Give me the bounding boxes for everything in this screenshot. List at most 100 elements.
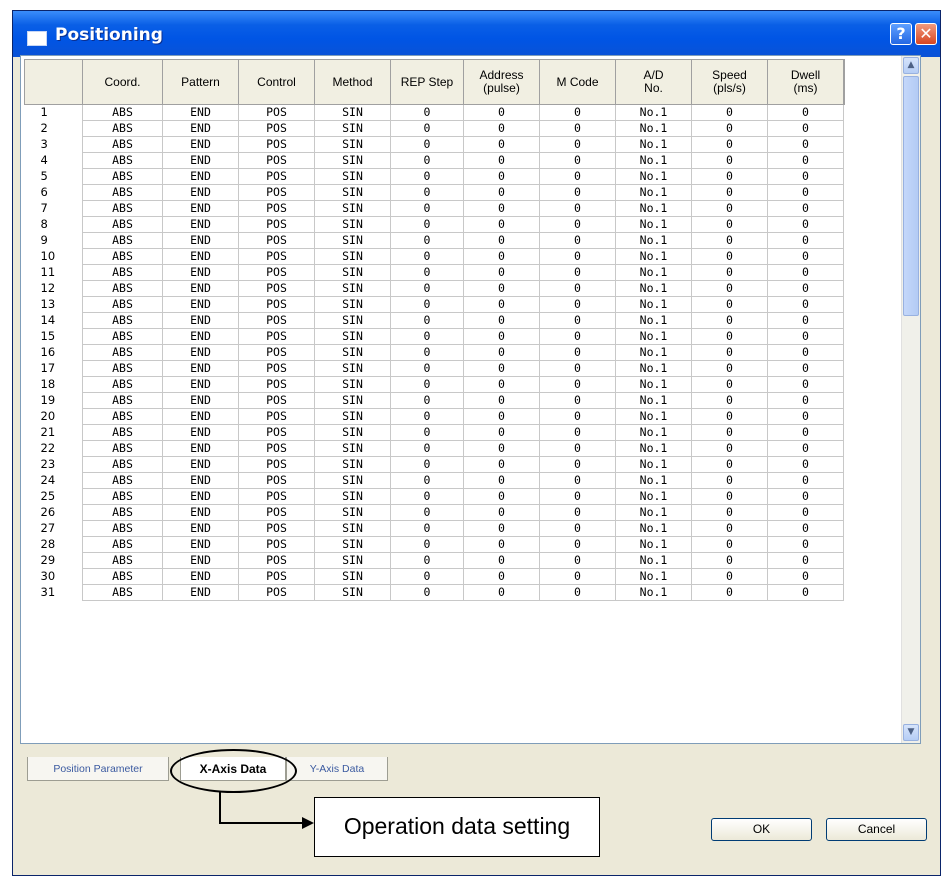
table-cell[interactable]: POS (238, 120, 315, 137)
table-cell[interactable]: No.1 (615, 104, 692, 121)
table-cell[interactable]: SIN (314, 184, 391, 201)
table-cell[interactable]: SIN (314, 120, 391, 137)
table-cell[interactable]: END (162, 504, 239, 521)
table-cell[interactable]: 0 (691, 168, 768, 185)
table-cell[interactable]: 0 (390, 264, 464, 281)
table-cell[interactable]: 0 (390, 120, 464, 137)
table-cell[interactable]: 0 (539, 392, 616, 409)
table-cell[interactable]: No.1 (615, 200, 692, 217)
table-cell[interactable]: 0 (390, 408, 464, 425)
table-cell[interactable]: END (162, 280, 239, 297)
table-cell[interactable]: 0 (390, 104, 464, 121)
table-cell[interactable]: 0 (539, 184, 616, 201)
table-cell[interactable]: ABS (82, 392, 163, 409)
table-cell[interactable]: No.1 (615, 280, 692, 297)
table-cell[interactable]: 0 (767, 440, 844, 457)
table-cell[interactable]: 0 (767, 312, 844, 329)
table-cell[interactable]: 0 (390, 360, 464, 377)
table-cell[interactable]: 0 (767, 232, 844, 249)
table-cell[interactable]: No.1 (615, 184, 692, 201)
table-cell[interactable]: 0 (390, 344, 464, 361)
table-cell[interactable]: No.1 (615, 248, 692, 265)
table-row[interactable]: 9 ABS END POS SIN 0 0 0 No.1 0 0 (25, 232, 845, 249)
table-cell[interactable]: 0 (691, 456, 768, 473)
table-cell[interactable]: SIN (314, 216, 391, 233)
scrollbar-thumb[interactable] (903, 76, 919, 316)
table-cell[interactable]: 0 (767, 200, 844, 217)
table-cell[interactable]: No.1 (615, 216, 692, 233)
table-cell[interactable]: END (162, 440, 239, 457)
table-cell[interactable]: 0 (539, 408, 616, 425)
table-cell[interactable]: 0 (767, 408, 844, 425)
table-cell[interactable]: POS (238, 488, 315, 505)
close-button[interactable]: ✕ (915, 23, 937, 45)
table-cell[interactable]: 0 (463, 264, 540, 281)
table-row[interactable]: 19 ABS END POS SIN 0 0 0 No.1 0 0 (25, 392, 845, 409)
table-cell[interactable]: 0 (691, 584, 768, 601)
table-cell[interactable]: POS (238, 408, 315, 425)
table-cell[interactable]: END (162, 584, 239, 601)
table-cell[interactable]: 0 (691, 504, 768, 521)
table-row[interactable]: 7 ABS END POS SIN 0 0 0 No.1 0 0 (25, 200, 845, 217)
table-cell[interactable]: 0 (767, 216, 844, 233)
table-cell[interactable]: 0 (539, 520, 616, 537)
table-cell[interactable]: 0 (767, 504, 844, 521)
table-cell[interactable]: 0 (390, 168, 464, 185)
data-grid[interactable]: Coord. Pattern Control Method REP Step Addres… (20, 55, 921, 744)
table-cell[interactable]: END (162, 328, 239, 345)
table-row[interactable]: 14 ABS END POS SIN 0 0 0 No.1 0 0 (25, 312, 845, 329)
table-cell[interactable]: 0 (767, 376, 844, 393)
table-cell[interactable]: 0 (767, 296, 844, 313)
table-row[interactable]: 15 ABS END POS SIN 0 0 0 No.1 0 0 (25, 328, 845, 345)
table-cell[interactable]: No.1 (615, 584, 692, 601)
table-cell[interactable]: 0 (691, 440, 768, 457)
table-cell[interactable]: ABS (82, 104, 163, 121)
table-cell[interactable]: SIN (314, 568, 391, 585)
table-cell[interactable]: 0 (539, 376, 616, 393)
table-cell[interactable]: SIN (314, 280, 391, 297)
table-cell[interactable]: END (162, 568, 239, 585)
table-cell[interactable]: POS (238, 136, 315, 153)
table-cell[interactable]: 0 (539, 168, 616, 185)
table-cell[interactable]: POS (238, 152, 315, 169)
table-cell[interactable]: 0 (390, 552, 464, 569)
table-cell[interactable]: SIN (314, 136, 391, 153)
table-cell[interactable]: 0 (463, 408, 540, 425)
table-cell[interactable]: 0 (539, 248, 616, 265)
table-cell[interactable]: 0 (463, 184, 540, 201)
table-cell[interactable]: POS (238, 232, 315, 249)
table-cell[interactable]: 0 (463, 360, 540, 377)
table-cell[interactable]: END (162, 296, 239, 313)
table-cell[interactable]: No.1 (615, 152, 692, 169)
table-cell[interactable]: END (162, 216, 239, 233)
table-cell[interactable]: ABS (82, 536, 163, 553)
table-cell[interactable]: POS (238, 360, 315, 377)
table-cell[interactable]: ABS (82, 280, 163, 297)
table-cell[interactable]: 0 (390, 152, 464, 169)
table-cell[interactable]: 0 (463, 456, 540, 473)
table-cell[interactable]: 0 (691, 344, 768, 361)
table-cell[interactable]: 0 (691, 120, 768, 137)
table-cell[interactable]: 0 (691, 136, 768, 153)
table-cell[interactable]: 0 (463, 280, 540, 297)
table-cell[interactable]: ABS (82, 472, 163, 489)
table-cell[interactable]: 0 (390, 376, 464, 393)
table-cell[interactable]: 0 (390, 248, 464, 265)
table-row[interactable]: 6 ABS END POS SIN 0 0 0 No.1 0 0 (25, 184, 845, 201)
table-cell[interactable]: SIN (314, 264, 391, 281)
table-cell[interactable]: SIN (314, 312, 391, 329)
chevron-down-icon[interactable]: ▼ (903, 724, 919, 741)
table-row[interactable]: 27 ABS END POS SIN 0 0 0 No.1 0 0 (25, 520, 845, 537)
table-cell[interactable]: SIN (314, 232, 391, 249)
table-cell[interactable]: ABS (82, 248, 163, 265)
table-cell[interactable]: SIN (314, 552, 391, 569)
table-cell[interactable]: 0 (463, 232, 540, 249)
table-cell[interactable]: SIN (314, 392, 391, 409)
table-cell[interactable]: END (162, 456, 239, 473)
table-cell[interactable]: 0 (539, 536, 616, 553)
table-cell[interactable]: 0 (691, 408, 768, 425)
table-cell[interactable]: 0 (767, 552, 844, 569)
table-cell[interactable]: No.1 (615, 376, 692, 393)
table-cell[interactable]: SIN (314, 168, 391, 185)
table-cell[interactable]: 0 (463, 536, 540, 553)
